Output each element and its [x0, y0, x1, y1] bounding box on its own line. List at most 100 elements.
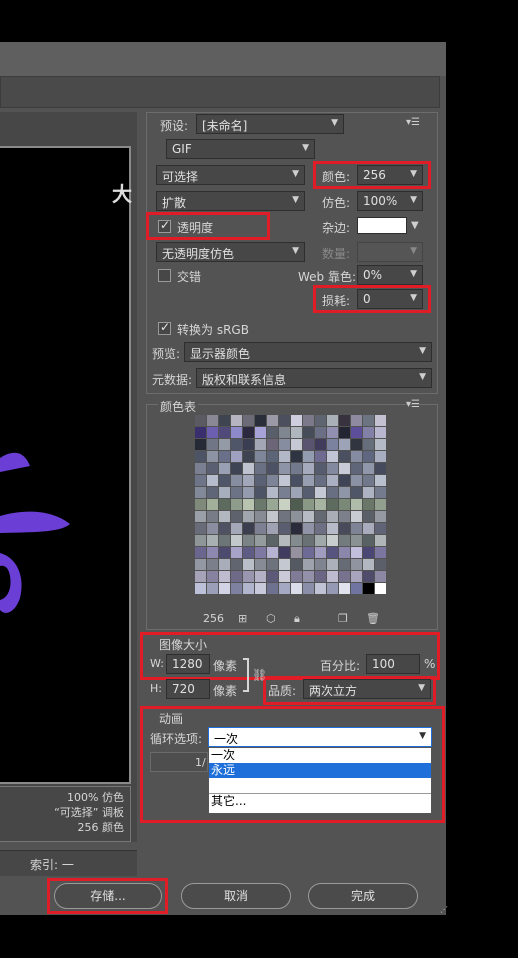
color-swatch[interactable] [195, 535, 206, 546]
color-swatch[interactable] [207, 571, 218, 582]
color-swatch[interactable] [231, 511, 242, 522]
color-swatch[interactable] [315, 583, 326, 594]
color-swatch[interactable] [315, 535, 326, 546]
color-swatch[interactable] [339, 535, 350, 546]
color-swatch[interactable] [279, 583, 290, 594]
resize-grip-icon[interactable]: ⋰ [440, 905, 448, 915]
color-swatch[interactable] [303, 571, 314, 582]
new-color-icon[interactable]: ❐ [338, 612, 348, 625]
color-swatch[interactable] [219, 559, 230, 570]
color-swatch[interactable] [315, 463, 326, 474]
color-swatch[interactable] [339, 499, 350, 510]
color-swatch[interactable] [363, 475, 374, 486]
color-swatch[interactable] [243, 535, 254, 546]
color-swatch[interactable] [255, 499, 266, 510]
color-swatch[interactable] [327, 487, 338, 498]
color-swatch[interactable] [195, 475, 206, 486]
color-swatch[interactable] [219, 583, 230, 594]
color-swatch[interactable] [303, 499, 314, 510]
color-swatch[interactable] [327, 547, 338, 558]
color-swatch[interactable] [279, 415, 290, 426]
color-swatch[interactable] [219, 415, 230, 426]
color-swatch[interactable] [195, 571, 206, 582]
color-swatch[interactable] [303, 559, 314, 570]
color-table-menu-icon[interactable]: ▾☰ [406, 399, 420, 410]
color-swatch[interactable] [363, 415, 374, 426]
color-swatch[interactable] [243, 511, 254, 522]
color-swatch[interactable] [219, 535, 230, 546]
color-swatch[interactable] [279, 463, 290, 474]
color-swatch[interactable] [267, 439, 278, 450]
color-swatch[interactable] [363, 571, 374, 582]
color-swatch[interactable] [339, 571, 350, 582]
color-swatch[interactable] [327, 415, 338, 426]
color-swatch[interactable] [243, 583, 254, 594]
color-swatch[interactable] [291, 463, 302, 474]
color-swatch[interactable] [351, 475, 362, 486]
color-swatch[interactable] [351, 415, 362, 426]
color-swatch[interactable] [291, 511, 302, 522]
color-swatch[interactable] [195, 451, 206, 462]
color-swatch[interactable] [231, 451, 242, 462]
color-swatch[interactable] [339, 451, 350, 462]
save-button[interactable]: 存储... [54, 883, 162, 909]
loop-options-select[interactable]: 一次 ▼ [208, 727, 432, 747]
color-swatch[interactable] [303, 511, 314, 522]
color-swatch[interactable] [231, 487, 242, 498]
color-swatch[interactable] [219, 451, 230, 462]
preset-select[interactable]: [未命名] ▼ [196, 114, 344, 134]
color-swatch[interactable] [327, 583, 338, 594]
color-swatch[interactable] [375, 571, 386, 582]
color-swatch[interactable] [231, 463, 242, 474]
width-input[interactable]: 1280 [166, 654, 210, 674]
color-swatch[interactable] [267, 535, 278, 546]
color-swatch[interactable] [243, 547, 254, 558]
quality-select[interactable]: 两次立方 ▼ [303, 679, 431, 699]
color-swatch[interactable] [219, 547, 230, 558]
color-swatch[interactable] [327, 451, 338, 462]
color-swatch[interactable] [231, 499, 242, 510]
color-swatch[interactable] [267, 427, 278, 438]
map-transparent-icon[interactable]: ⊞ [238, 612, 247, 625]
color-swatch[interactable] [327, 535, 338, 546]
color-swatch[interactable] [351, 583, 362, 594]
color-swatch[interactable] [327, 559, 338, 570]
color-swatch[interactable] [303, 451, 314, 462]
color-swatch[interactable] [219, 487, 230, 498]
color-swatch[interactable] [303, 475, 314, 486]
color-swatch[interactable] [327, 571, 338, 582]
color-swatch[interactable] [219, 439, 230, 450]
cancel-button[interactable]: 取消 [181, 883, 291, 909]
color-swatch[interactable] [231, 547, 242, 558]
color-swatch[interactable] [339, 523, 350, 534]
color-swatch[interactable] [279, 547, 290, 558]
color-swatch[interactable] [267, 523, 278, 534]
color-swatch[interactable] [375, 499, 386, 510]
color-swatch[interactable] [339, 559, 350, 570]
color-swatch[interactable] [315, 451, 326, 462]
color-swatch[interactable] [363, 427, 374, 438]
color-swatch[interactable] [219, 511, 230, 522]
color-swatch[interactable] [315, 547, 326, 558]
color-swatch[interactable] [243, 499, 254, 510]
percent-input[interactable]: 100 [366, 654, 420, 674]
color-swatch[interactable] [327, 499, 338, 510]
color-swatch[interactable] [363, 583, 374, 594]
color-swatch[interactable] [339, 439, 350, 450]
color-swatch[interactable] [255, 559, 266, 570]
color-swatch[interactable] [207, 535, 218, 546]
color-swatch[interactable] [243, 487, 254, 498]
color-swatch[interactable] [195, 583, 206, 594]
color-swatch[interactable] [207, 583, 218, 594]
color-swatch[interactable] [351, 439, 362, 450]
color-swatch[interactable] [267, 547, 278, 558]
color-swatch[interactable] [219, 475, 230, 486]
color-swatch[interactable] [255, 439, 266, 450]
dither-algorithm-select[interactable]: 扩散 ▼ [156, 191, 305, 211]
color-swatch[interactable] [219, 571, 230, 582]
matte-swatch[interactable] [357, 217, 407, 234]
color-swatch[interactable] [351, 487, 362, 498]
color-swatch[interactable] [303, 547, 314, 558]
height-input[interactable]: 720 [166, 679, 210, 699]
web-shift-cube-icon[interactable]: ⬡ [266, 612, 276, 625]
